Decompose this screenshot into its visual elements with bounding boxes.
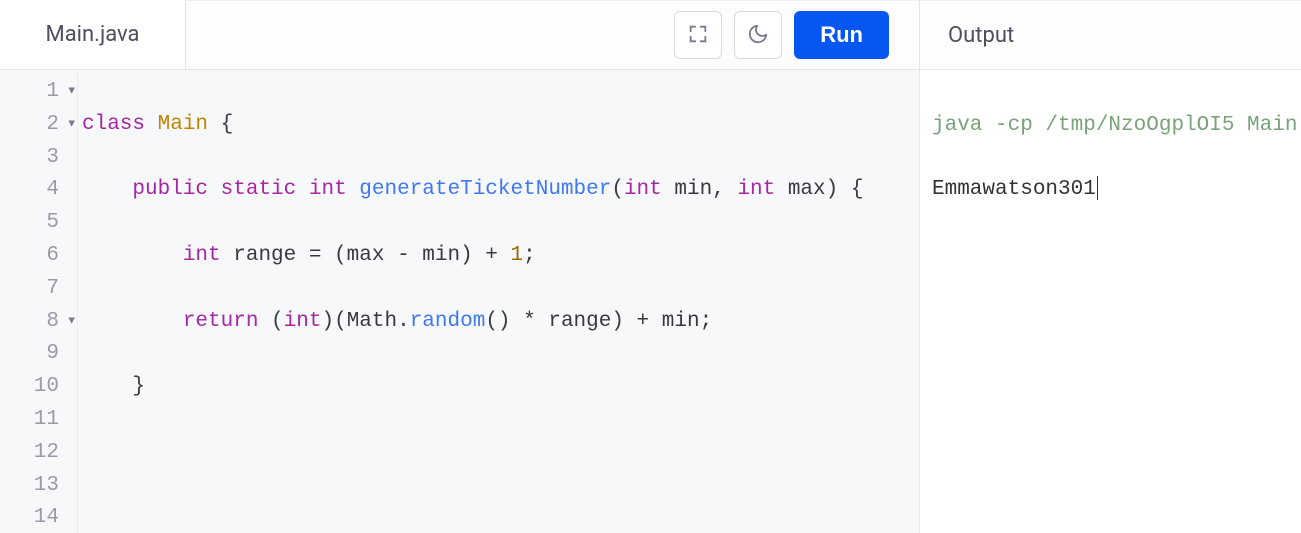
moon-icon	[747, 23, 769, 48]
line-number: 10	[0, 371, 77, 404]
line-gutter: 1▼ 2▼ 3 4 5 6 7 8▼ 9 10 11 12 13 14	[0, 70, 78, 533]
cursor-icon	[1097, 176, 1098, 200]
fullscreen-icon	[687, 23, 709, 48]
editor-toolbar: Run	[186, 0, 920, 69]
code-line: int range = (max - min) + 1;	[82, 240, 919, 273]
main-area: 1▼ 2▼ 3 4 5 6 7 8▼ 9 10 11 12 13 14 clas…	[0, 70, 1301, 533]
fold-icon[interactable]: ▼	[68, 306, 75, 339]
line-number: 1▼	[0, 76, 77, 109]
code-line: class Main {	[82, 109, 919, 142]
line-number: 5	[0, 207, 77, 240]
code-line: }	[82, 371, 919, 404]
fullscreen-button[interactable]	[674, 11, 722, 59]
line-number: 7	[0, 273, 77, 306]
fold-icon[interactable]: ▼	[68, 76, 75, 109]
line-number: 11	[0, 404, 77, 437]
line-number: 14	[0, 502, 77, 533]
code-editor[interactable]: 1▼ 2▼ 3 4 5 6 7 8▼ 9 10 11 12 13 14 clas…	[0, 70, 920, 533]
line-number: 2▼	[0, 109, 77, 142]
file-tab[interactable]: Main.java	[0, 0, 186, 69]
top-bar: Main.java Run Output	[0, 0, 1301, 70]
fold-icon[interactable]: ▼	[68, 109, 75, 142]
run-button-label: Run	[820, 22, 863, 47]
line-number: 13	[0, 470, 77, 503]
code-line	[82, 502, 919, 533]
file-tab-label: Main.java	[45, 22, 139, 47]
code-line	[82, 437, 919, 470]
line-number: 6	[0, 240, 77, 273]
run-button[interactable]: Run	[794, 11, 889, 59]
line-number: 12	[0, 437, 77, 470]
line-number: 4	[0, 174, 77, 207]
output-command: java -cp /tmp/NzoOgplOI5 Main	[932, 110, 1289, 142]
line-number: 3	[0, 142, 77, 175]
code-area[interactable]: class Main { public static int generateT…	[78, 70, 919, 533]
code-line: return (int)(Math.random() * range) + mi…	[82, 306, 919, 339]
line-number: 8▼	[0, 306, 77, 339]
line-number: 9	[0, 338, 77, 371]
output-header-label: Output	[948, 23, 1014, 48]
output-header: Output	[920, 0, 1301, 69]
theme-toggle-button[interactable]	[734, 11, 782, 59]
code-line: public static int generateTicketNumber(i…	[82, 174, 919, 207]
output-line: Emmawatson301	[932, 174, 1289, 206]
output-panel[interactable]: java -cp /tmp/NzoOgplOI5 Main Emmawatson…	[920, 70, 1301, 533]
